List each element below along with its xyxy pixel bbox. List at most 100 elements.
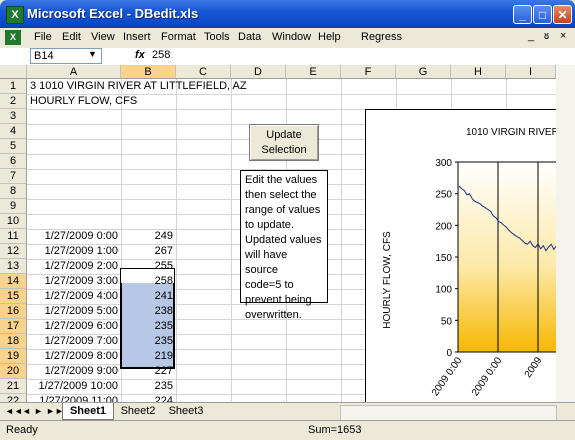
prev-sheet-button[interactable]: ◄ [22, 406, 31, 416]
column-header-e[interactable]: E [286, 65, 341, 79]
status-text: Ready [6, 424, 38, 436]
cell-timestamp[interactable]: 1/27/2009 0:00 [27, 229, 118, 244]
cell-a1[interactable]: 3 1010 VIRGIN RIVER AT LITTLEFIELD, AZ [30, 79, 247, 94]
select-all-corner[interactable] [0, 65, 27, 79]
note-line: will have source [245, 249, 288, 276]
row-header[interactable]: 19 [0, 349, 27, 364]
menu-window[interactable]: Window [272, 31, 311, 43]
column-header-f[interactable]: F [341, 65, 396, 79]
column-header-b[interactable]: B [121, 65, 176, 79]
cell-timestamp[interactable]: 1/27/2009 5:00 [27, 304, 118, 319]
minimize-button[interactable]: _ [513, 5, 532, 24]
workbook-minimize-button[interactable]: _ [528, 30, 534, 42]
chevron-down-icon[interactable]: ▼ [88, 49, 97, 59]
horizontal-scrollbar[interactable] [340, 405, 557, 421]
cell-value[interactable]: 219 [121, 349, 173, 364]
cell-timestamp[interactable]: 1/27/2009 3:00 [27, 274, 118, 289]
y-tick-label: 150 [435, 253, 452, 264]
column-header-i[interactable]: I [506, 65, 556, 79]
menu-file[interactable]: File [34, 31, 52, 43]
row-header[interactable]: 15 [0, 289, 27, 304]
row-header[interactable]: 5 [0, 139, 27, 154]
y-tick-label: 100 [435, 285, 452, 296]
row-header[interactable]: 12 [0, 244, 27, 259]
cell-value[interactable]: 241 [121, 289, 173, 304]
row-header[interactable]: 17 [0, 319, 27, 334]
close-button[interactable]: ✕ [553, 5, 572, 24]
workbook-restore-button[interactable]: ᴕ [544, 30, 549, 42]
cell-timestamp[interactable]: 1/27/2009 2:00 [27, 259, 118, 274]
cell-value[interactable]: 255 [121, 259, 173, 274]
formula-input[interactable]: 258 [152, 49, 170, 61]
column-header-g[interactable]: G [396, 65, 451, 79]
workbook-close-button[interactable]: × [560, 30, 566, 42]
menu-bar: X File Edit View Insert Format Tools Dat… [0, 28, 575, 49]
menu-edit[interactable]: Edit [62, 31, 81, 43]
update-selection-button[interactable]: Update Selection [249, 124, 319, 161]
row-header[interactable]: 7 [0, 169, 27, 184]
row-header[interactable]: 22 [0, 394, 27, 402]
cell-timestamp[interactable]: 1/27/2009 7:00 [27, 334, 118, 349]
column-header-h[interactable]: H [451, 65, 506, 79]
row-header[interactable]: 3 [0, 109, 27, 124]
menu-regress[interactable]: Regress [361, 31, 402, 43]
row-header[interactable]: 9 [0, 199, 27, 214]
menu-insert[interactable]: Insert [123, 31, 151, 43]
row-header[interactable]: 10 [0, 214, 27, 229]
function-icon[interactable]: fx [135, 49, 145, 61]
cell-timestamp[interactable]: 1/27/2009 8:00 [27, 349, 118, 364]
cell-timestamp[interactable]: 1/27/2009 10:00 [27, 379, 118, 394]
row-header[interactable]: 4 [0, 124, 27, 139]
vertical-scrollbar[interactable] [556, 65, 575, 402]
cell-timestamp[interactable]: 1/27/2009 1:00 [27, 244, 118, 259]
cell-value[interactable]: 227 [121, 364, 173, 379]
next-sheet-button[interactable]: ► [34, 406, 43, 416]
cell-value[interactable]: 235 [121, 379, 173, 394]
chart-svg: 1010 VIRGIN RIVER HOURLY FLOW, CFS 300 25… [382, 127, 556, 398]
row-header[interactable]: 16 [0, 304, 27, 319]
x-tick-label: 2009 0:00 [470, 355, 505, 398]
row-header[interactable]: 6 [0, 154, 27, 169]
maximize-button[interactable]: □ [533, 5, 552, 24]
cell-value[interactable]: 267 [121, 244, 173, 259]
x-tick-label: 2009 [523, 355, 545, 380]
menu-data[interactable]: Data [238, 31, 261, 43]
cell-value[interactable]: 235 [121, 319, 173, 334]
cell-value[interactable]: 249 [121, 229, 173, 244]
spreadsheet-grid[interactable]: A B C D E F G H I 1 2 3 4 5 6 7 8 9 10 1… [0, 65, 556, 402]
cell-a2[interactable]: HOURLY FLOW, CFS [30, 94, 137, 109]
row-header[interactable]: 13 [0, 259, 27, 274]
cell-timestamp[interactable]: 1/27/2009 11:00 [27, 394, 118, 402]
row-header[interactable]: 14 [0, 274, 27, 289]
cell-value[interactable]: 258 [121, 274, 173, 289]
workbook-icon[interactable]: X [5, 30, 21, 45]
cell-timestamp[interactable]: 1/27/2009 6:00 [27, 319, 118, 334]
row-header[interactable]: 2 [0, 94, 27, 109]
flow-chart[interactable]: 1010 VIRGIN RIVER HOURLY FLOW, CFS 300 25… [365, 109, 556, 402]
row-header[interactable]: 18 [0, 334, 27, 349]
menu-view[interactable]: View [91, 31, 115, 43]
menu-format[interactable]: Format [161, 31, 196, 43]
tab-sheet2[interactable]: Sheet2 [114, 403, 162, 419]
column-header-c[interactable]: C [176, 65, 231, 79]
row-header[interactable]: 1 [0, 79, 27, 94]
menu-tools[interactable]: Tools [204, 31, 230, 43]
status-sum: Sum=1653 [308, 424, 362, 436]
menu-help[interactable]: Help [318, 31, 341, 43]
cell-timestamp[interactable]: 1/27/2009 4:00 [27, 289, 118, 304]
row-header[interactable]: 8 [0, 184, 27, 199]
cell-timestamp[interactable]: 1/27/2009 9:00 [27, 364, 118, 379]
column-header-a[interactable]: A [27, 65, 121, 79]
row-header[interactable]: 21 [0, 379, 27, 394]
tab-sheet1[interactable]: Sheet1 [62, 403, 114, 420]
row-header[interactable]: 11 [0, 229, 27, 244]
first-sheet-button[interactable]: ◄◄ [5, 406, 23, 416]
cell-value[interactable]: 238 [121, 304, 173, 319]
plot-area [457, 161, 556, 353]
chart-title: 1010 VIRGIN RIVER [466, 127, 556, 138]
cell-value[interactable]: 224 [121, 394, 173, 402]
cell-value[interactable]: 235 [121, 334, 173, 349]
tab-sheet3[interactable]: Sheet3 [162, 403, 210, 419]
column-header-d[interactable]: D [231, 65, 286, 79]
row-header[interactable]: 20 [0, 364, 27, 379]
